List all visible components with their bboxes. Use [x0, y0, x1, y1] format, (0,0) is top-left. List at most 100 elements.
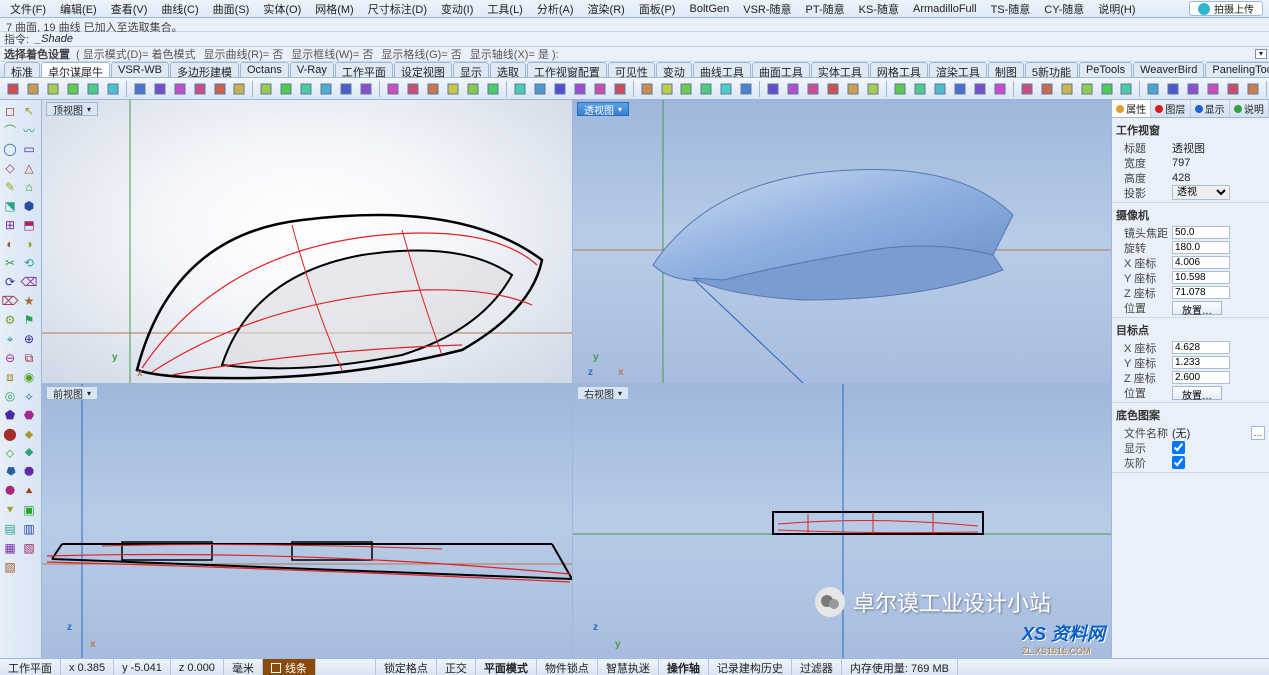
tab-polymodel[interactable]: 多边形建模 — [170, 62, 239, 77]
toolbar-btn-30[interactable] — [638, 80, 656, 98]
left-tool-39[interactable]: ⯃ — [20, 463, 38, 481]
tab-paneling[interactable]: PanelingTools — [1205, 62, 1269, 77]
toolbar-btn-20[interactable] — [424, 80, 442, 98]
toolbar-btn-10[interactable] — [211, 80, 229, 98]
toolbar-btn-8[interactable] — [171, 80, 189, 98]
dropdown-icon[interactable]: ▾ — [87, 389, 91, 398]
toolbar-btn-9[interactable] — [191, 80, 209, 98]
toolbar-btn-51[interactable] — [1078, 80, 1096, 98]
prop-cx-input[interactable] — [1172, 256, 1230, 269]
status-unit[interactable]: 毫米 — [224, 659, 263, 675]
toolbar-btn-56[interactable] — [1184, 80, 1202, 98]
toolbar-btn-4[interactable] — [84, 80, 102, 98]
file-browse-button[interactable]: … — [1251, 426, 1265, 440]
toolbar-btn-42[interactable] — [891, 80, 909, 98]
target-place-button[interactable]: 放置… — [1172, 386, 1222, 400]
status-ortho[interactable]: 正交 — [437, 659, 476, 675]
tab-solidtools[interactable]: 实体工具 — [811, 62, 869, 77]
left-tool-15[interactable]: ◑ — [20, 235, 38, 253]
toolbar-btn-45[interactable] — [951, 80, 969, 98]
viewport-persp-title[interactable]: 透视图▾ — [577, 102, 629, 116]
toolbar-btn-39[interactable] — [824, 80, 842, 98]
menu-tools[interactable]: 工具(L) — [481, 0, 528, 18]
left-tool-38[interactable]: ⯂ — [1, 463, 19, 481]
left-tool-33[interactable]: ⬣ — [20, 406, 38, 424]
tab-cplane[interactable]: 工作平面 — [335, 62, 393, 77]
tab-standard[interactable]: 标准 — [4, 62, 40, 77]
tab-transform[interactable]: 变动 — [656, 62, 692, 77]
toolbar-btn-32[interactable] — [678, 80, 696, 98]
left-tool-17[interactable]: ⟲ — [20, 254, 38, 272]
toolbar-btn-27[interactable] — [571, 80, 589, 98]
status-smarttrack[interactable]: 智慧执迷 — [598, 659, 659, 675]
toolbar-btn-44[interactable] — [931, 80, 949, 98]
toolbar-btn-6[interactable] — [131, 80, 149, 98]
cam-place-button[interactable]: 放置… — [1172, 301, 1222, 315]
menu-pt[interactable]: PT-随意 — [800, 0, 851, 18]
toolbar-btn-53[interactable] — [1118, 80, 1136, 98]
menu-ts[interactable]: TS-随意 — [985, 0, 1037, 18]
left-tool-47[interactable]: ▧ — [20, 539, 38, 557]
toolbar-btn-14[interactable] — [297, 80, 315, 98]
toolbar-btn-41[interactable] — [864, 80, 882, 98]
status-cplane[interactable]: 工作平面 — [0, 659, 61, 675]
toolbar-btn-48[interactable] — [1018, 80, 1036, 98]
toolbar-btn-25[interactable] — [531, 80, 549, 98]
prop-gray-check[interactable] — [1172, 456, 1185, 469]
left-tool-24[interactable]: ⌖ — [1, 330, 19, 348]
menu-analyze[interactable]: 分析(A) — [531, 0, 580, 18]
left-tool-40[interactable]: ⯄ — [1, 482, 19, 500]
left-tool-28[interactable]: ⧈ — [1, 368, 19, 386]
tab-vray[interactable]: V-Ray — [290, 62, 334, 77]
toolbar-btn-49[interactable] — [1038, 80, 1056, 98]
tab-rendertools[interactable]: 渲染工具 — [929, 62, 987, 77]
left-tool-23[interactable]: ⚑ — [20, 311, 38, 329]
toolbar-btn-12[interactable] — [257, 80, 275, 98]
toolbar-btn-31[interactable] — [658, 80, 676, 98]
toolbar-btn-2[interactable] — [44, 80, 62, 98]
toolbar-btn-15[interactable] — [317, 80, 335, 98]
status-planar[interactable]: 平面模式 — [476, 659, 537, 675]
toolbar-btn-21[interactable] — [444, 80, 462, 98]
toolbar-btn-26[interactable] — [551, 80, 569, 98]
left-tool-42[interactable]: ⯆ — [1, 501, 19, 519]
toolbar-btn-36[interactable] — [764, 80, 782, 98]
tab-octans[interactable]: Octans — [240, 62, 289, 77]
toolbar-btn-0[interactable] — [4, 80, 22, 98]
left-tool-31[interactable]: ⟡ — [20, 387, 38, 405]
status-record[interactable]: 记录建构历史 — [709, 659, 792, 675]
tab-curvetools[interactable]: 曲线工具 — [693, 62, 751, 77]
left-tool-1[interactable]: ↖ — [20, 102, 38, 120]
tab-meshtools[interactable]: 网格工具 — [870, 62, 928, 77]
left-tool-18[interactable]: ⟳ — [1, 273, 19, 291]
menu-render[interactable]: 渲染(R) — [582, 0, 631, 18]
left-tool-48[interactable]: ▨ — [1, 558, 19, 576]
toolbar-btn-46[interactable] — [971, 80, 989, 98]
viewport-top[interactable]: 顶视图▾ y x — [42, 100, 572, 383]
left-tool-9[interactable]: ⌂ — [20, 178, 38, 196]
left-tool-11[interactable]: ⬢ — [20, 197, 38, 215]
toolbar-btn-37[interactable] — [784, 80, 802, 98]
toolbar-btn-1[interactable] — [24, 80, 42, 98]
menu-armadillo[interactable]: ArmadilloFull — [907, 2, 983, 16]
left-tool-10[interactable]: ⬔ — [1, 197, 19, 215]
toolbar-btn-5[interactable] — [104, 80, 122, 98]
left-tool-45[interactable]: ▥ — [20, 520, 38, 538]
viewport-front[interactable]: 前视图▾ z x — [42, 384, 572, 658]
tab-display[interactable]: 显示 — [453, 62, 489, 77]
left-tool-37[interactable]: ⯁ — [20, 444, 38, 462]
cmd-dropdown-icon[interactable]: ▾ — [1255, 49, 1267, 59]
left-tool-6[interactable]: ◇ — [1, 159, 19, 177]
menu-mesh[interactable]: 网格(M) — [309, 0, 360, 18]
prop-cz-input[interactable] — [1172, 286, 1230, 299]
left-tool-26[interactable]: ⊖ — [1, 349, 19, 367]
toolbar-btn-29[interactable] — [611, 80, 629, 98]
tab-surftools[interactable]: 曲面工具 — [752, 62, 810, 77]
toolbar-btn-17[interactable] — [357, 80, 375, 98]
left-tool-14[interactable]: ◐ — [1, 235, 19, 253]
toolbar-btn-23[interactable] — [484, 80, 502, 98]
left-tool-2[interactable]: ⌒ — [1, 121, 19, 139]
menu-vsr[interactable]: VSR-随意 — [737, 0, 797, 18]
left-tool-29[interactable]: ◉ — [20, 368, 38, 386]
prop-tz-input[interactable] — [1172, 371, 1230, 384]
